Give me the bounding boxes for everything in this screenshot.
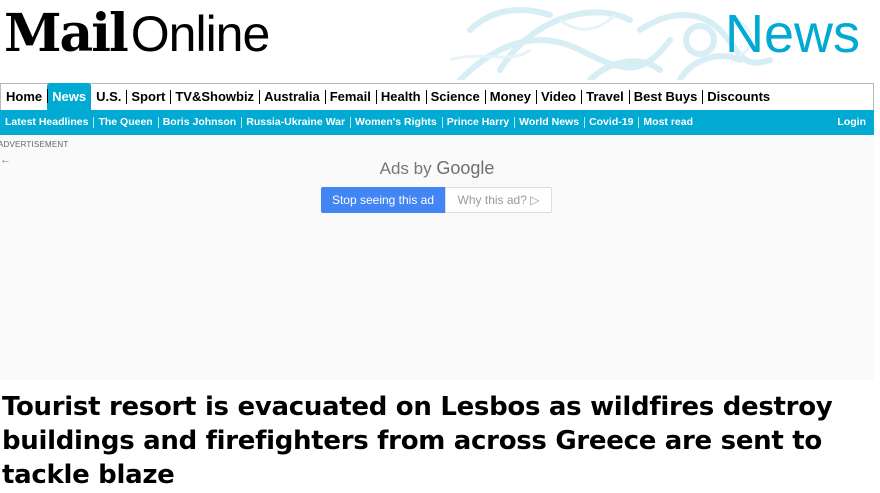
- article-headline: Tourist resort is evacuated on Lesbos as…: [2, 392, 833, 490]
- nav-item-best-buys[interactable]: Best Buys: [628, 84, 703, 110]
- masthead: Mail Online News: [0, 0, 880, 80]
- secondary-nav: Latest Headlines The Queen Boris Johnson…: [0, 110, 874, 135]
- nav-item-science[interactable]: Science: [425, 84, 485, 110]
- nav-item-sport[interactable]: Sport: [126, 84, 170, 110]
- subnav-item-the-queen[interactable]: The Queen: [93, 110, 157, 135]
- subnav-item-boris-johnson[interactable]: Boris Johnson: [157, 110, 242, 135]
- subnav-item-latest-headlines[interactable]: Latest Headlines: [0, 110, 93, 135]
- subnav-item-russia-ukraine-war[interactable]: Russia-Ukraine War: [241, 110, 350, 135]
- nav-item-home[interactable]: Home: [1, 84, 47, 110]
- subnav-item-prince-harry[interactable]: Prince Harry: [441, 110, 514, 135]
- ads-by-google: Ads by Google: [0, 158, 874, 179]
- stop-seeing-ad-button[interactable]: Stop seeing this ad: [321, 187, 445, 213]
- subnav-item-covid-19[interactable]: Covid-19: [584, 110, 638, 135]
- google-wordmark: Google: [436, 158, 495, 178]
- logo-online: Online: [130, 6, 271, 62]
- nav-item-us[interactable]: U.S.: [91, 84, 126, 110]
- subnav-item-world-news[interactable]: World News: [514, 110, 584, 135]
- logo-mail: Mail: [4, 3, 129, 64]
- site-logo[interactable]: Mail Online: [4, 3, 271, 64]
- login-link[interactable]: Login: [837, 110, 866, 135]
- nav-item-health[interactable]: Health: [375, 84, 426, 110]
- primary-nav: Home News U.S. Sport TV&Showbiz Australi…: [0, 83, 874, 110]
- nav-item-money[interactable]: Money: [484, 84, 536, 110]
- section-title[interactable]: News: [725, 4, 860, 64]
- nav-item-video[interactable]: Video: [535, 84, 581, 110]
- advertisement-area: ADVERTISEMENT ← Ads by Google Stop seein…: [0, 136, 874, 380]
- ad-feedback-buttons: Stop seeing this ad Why this ad? ▷: [321, 187, 552, 213]
- nav-item-travel[interactable]: Travel: [581, 84, 629, 110]
- why-this-ad-button[interactable]: Why this ad? ▷: [445, 187, 552, 213]
- nav-item-news[interactable]: News: [47, 83, 92, 110]
- nav-item-femail[interactable]: Femail: [324, 84, 376, 110]
- nav-item-tvshowbiz[interactable]: TV&Showbiz: [170, 84, 259, 110]
- advertisement-label: ADVERTISEMENT: [0, 140, 69, 149]
- nav-item-discounts[interactable]: Discounts: [702, 84, 775, 110]
- ads-by-prefix: Ads by: [379, 159, 437, 178]
- subnav-item-most-read[interactable]: Most read: [638, 110, 698, 135]
- subnav-item-womens-rights[interactable]: Women's Rights: [350, 110, 442, 135]
- nav-item-australia[interactable]: Australia: [259, 84, 325, 110]
